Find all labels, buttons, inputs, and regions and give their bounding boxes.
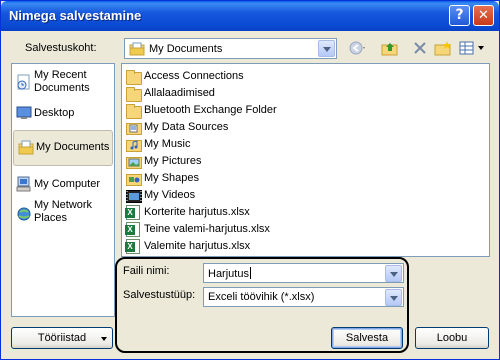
network-places-icon: [16, 206, 32, 222]
filename-field[interactable]: Harjutus: [203, 263, 404, 283]
excel-file-icon: [125, 222, 142, 237]
delete-icon[interactable]: [410, 40, 430, 58]
up-folder-icon[interactable]: [380, 40, 400, 58]
filetype-label: Salvestustüüp:: [123, 289, 196, 301]
place-network-places[interactable]: My Network Places: [12, 196, 114, 232]
save-as-dialog: Nimega salvestamine ? ✕ Salvestuskoht: M…: [0, 0, 500, 360]
save-button-label: Salvesta: [345, 332, 389, 344]
chevron-down-icon: [101, 337, 107, 341]
place-label: My Network Places: [34, 199, 93, 224]
save-button[interactable]: Salvesta: [331, 327, 403, 349]
pictures-folder-icon: [126, 154, 142, 169]
place-label: My Recent Documents: [34, 69, 90, 94]
place-label: My Computer: [34, 178, 101, 190]
help-button[interactable]: ?: [449, 5, 470, 26]
filename-label: Faili nimi:: [123, 265, 170, 277]
excel-file-icon: [125, 205, 142, 220]
title-bar: Nimega salvestamine ? ✕: [1, 1, 499, 31]
folder-icon: [126, 103, 142, 119]
data-sources-folder-icon: [126, 120, 142, 135]
shapes-folder-icon: [126, 171, 142, 186]
recent-documents-icon: [16, 74, 32, 90]
save-location-label: Salvestuskoht:: [25, 42, 97, 54]
save-location-combo[interactable]: My Documents: [124, 38, 337, 59]
place-my-documents[interactable]: My Documents: [13, 130, 113, 166]
tools-button[interactable]: Tööriistad: [11, 327, 113, 349]
close-button[interactable]: ✕: [473, 5, 494, 26]
filetype-select[interactable]: Exceli töövihik (*.xlsx): [203, 287, 404, 307]
excel-file-icon: [125, 239, 142, 254]
my-documents-icon: [18, 139, 34, 155]
chevron-down-icon[interactable]: [385, 265, 402, 282]
window-title: Nimega salvestamine: [9, 8, 142, 23]
cancel-button[interactable]: Loobu: [415, 327, 489, 349]
videos-folder-icon: [126, 188, 142, 203]
music-folder-icon: [126, 137, 142, 152]
folder-icon: [126, 86, 142, 102]
save-location-value: My Documents: [149, 43, 223, 55]
place-label: Desktop: [34, 107, 75, 119]
cancel-button-label: Loobu: [436, 332, 468, 344]
new-folder-icon[interactable]: [433, 40, 453, 58]
folder-icon: [126, 69, 142, 85]
file-list[interactable]: Access Connections Allalaadimised Blueto…: [121, 63, 490, 257]
place-label: My Documents: [36, 141, 110, 153]
text-caret: [249, 267, 251, 279]
back-icon[interactable]: [347, 40, 367, 58]
views-icon[interactable]: [457, 40, 487, 58]
desktop-icon: [16, 105, 32, 121]
my-documents-icon: [129, 42, 145, 59]
chevron-down-icon[interactable]: [318, 40, 335, 57]
filetype-value: Exceli töövihik (*.xlsx): [208, 291, 315, 303]
chevron-down-icon[interactable]: [385, 289, 402, 306]
places-bar: My Recent Documents Desktop My Documents…: [11, 63, 115, 317]
filename-value: Harjutus: [208, 268, 249, 280]
place-recent-documents[interactable]: My Recent Documents: [12, 66, 114, 102]
my-computer-icon: [16, 176, 32, 192]
tools-button-label: Tööriistad: [37, 332, 87, 344]
